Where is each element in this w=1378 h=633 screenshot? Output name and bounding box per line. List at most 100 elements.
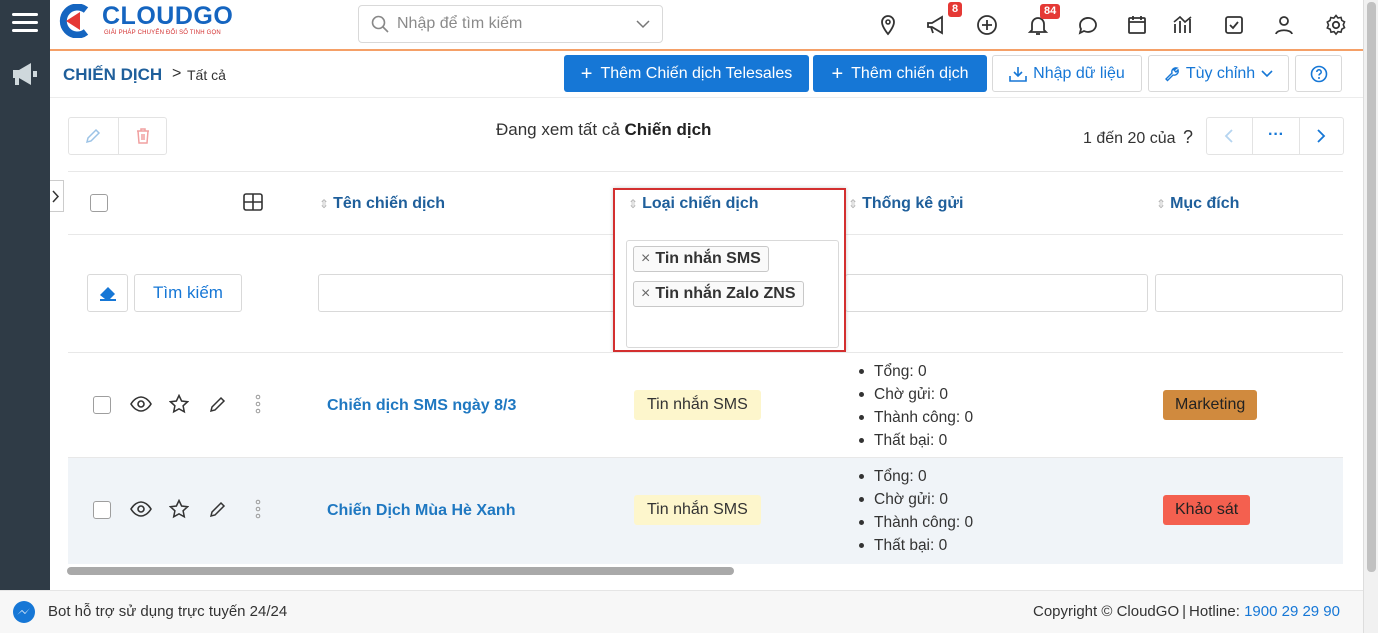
breadcrumb-current[interactable]: Tất cả <box>187 67 226 83</box>
expand-panel-toggle[interactable] <box>50 180 64 212</box>
location-icon[interactable] <box>876 13 900 37</box>
table-row[interactable]: Chiến Dịch Mùa Hè Xanh Tin nhắn SMS Tổng… <box>68 458 1343 564</box>
settings-gear-icon[interactable] <box>1324 13 1348 37</box>
eraser-icon <box>100 287 116 301</box>
import-data-button[interactable]: Nhập dữ liệu <box>992 55 1142 92</box>
import-label: Nhập dữ liệu <box>1033 64 1125 82</box>
more-pages-button[interactable]: ··· <box>1253 118 1300 154</box>
pagination-total[interactable]: ? <box>1183 127 1193 147</box>
left-sidebar <box>0 0 50 590</box>
more-vertical-icon[interactable] <box>254 499 262 519</box>
vertical-scrollbar[interactable] <box>1363 0 1378 633</box>
campaign-name-link[interactable]: Chiến dịch SMS ngày 8/3 <box>327 397 516 415</box>
calendar-icon[interactable] <box>1125 13 1149 37</box>
table-row[interactable]: Chiến dịch SMS ngày 8/3 Tin nhắn SMS Tổn… <box>68 353 1343 458</box>
stat-item: Thành công: 0 <box>856 406 973 429</box>
column-type-label: Loại chiến dịch <box>642 195 759 212</box>
filter-chip-zalo-zns[interactable]: × Tin nhắn Zalo ZNS <box>633 281 804 307</box>
stat-item: Thất bại: 0 <box>856 534 973 557</box>
megaphone-icon[interactable] <box>9 58 41 90</box>
chip-label: Tin nhắn SMS <box>655 250 761 267</box>
more-vertical-icon[interactable] <box>254 394 262 414</box>
chevron-left-icon <box>1224 129 1233 143</box>
mass-edit-button[interactable] <box>69 118 119 154</box>
bot-support-text[interactable]: Bot hỗ trợ sử dụng trực tuyến 24/24 <box>48 603 287 620</box>
select-all-checkbox[interactable] <box>90 194 108 212</box>
report-chart-icon[interactable] <box>1171 13 1195 37</box>
customize-dropdown-button[interactable]: Tùy chỉnh <box>1148 55 1289 92</box>
add-telesales-campaign-button[interactable]: + Thêm Chiến dịch Telesales <box>564 55 809 92</box>
filter-chip-sms[interactable]: × Tin nhắn SMS <box>633 246 769 272</box>
brand-tagline: GIẢI PHÁP CHUYỂN ĐỔI SỐ TINH GỌN <box>104 30 221 36</box>
campaign-type-tag: Tin nhắn SMS <box>634 390 761 420</box>
notification-badge: 84 <box>1040 4 1061 19</box>
help-button[interactable] <box>1295 55 1342 92</box>
pencil-icon[interactable] <box>209 500 227 518</box>
filter-stats-input[interactable] <box>845 274 1148 312</box>
horizontal-scrollbar-thumb[interactable] <box>67 567 734 575</box>
campaign-icon[interactable] <box>925 13 949 37</box>
column-layout-icon[interactable] <box>243 193 263 211</box>
stat-item: Thất bại: 0 <box>856 429 973 452</box>
footer-bar: Bot hỗ trợ sử dụng trực tuyến 24/24 Copy… <box>0 590 1363 633</box>
cloudgo-logo[interactable]: CLOUDGO GIẢI PHÁP CHUYỂN ĐỔI SỐ TINH GỌN <box>56 2 236 44</box>
chat-icon[interactable] <box>1076 13 1100 37</box>
sort-icon: ⇕ <box>848 197 859 211</box>
prev-page-button[interactable] <box>1207 118 1253 154</box>
column-header-type-overlay[interactable]: ⇕ Loại chiến dịch <box>628 195 759 213</box>
mass-delete-button[interactable] <box>119 118 167 154</box>
filter-purpose-input[interactable] <box>1155 274 1343 312</box>
remove-chip-icon[interactable]: × <box>641 250 650 267</box>
global-search[interactable] <box>358 5 663 43</box>
chevron-right-icon <box>52 190 60 203</box>
column-header-purpose[interactable]: ⇕ Mục đích <box>1156 195 1239 213</box>
filter-type-multiselect[interactable]: × Tin nhắn SMS × Tin nhắn Zalo ZNS <box>626 240 839 348</box>
trash-icon <box>137 128 149 144</box>
star-icon[interactable] <box>169 394 189 414</box>
help-circle-icon <box>1310 65 1327 82</box>
add-campaign-button[interactable]: + Thêm chiến dịch <box>813 55 987 92</box>
remove-chip-icon[interactable]: × <box>641 285 650 302</box>
add-circle-icon[interactable] <box>975 13 999 37</box>
vertical-scrollbar-thumb[interactable] <box>1367 2 1376 572</box>
chevron-down-icon[interactable] <box>636 20 650 29</box>
sort-icon: ⇕ <box>628 197 639 211</box>
footer-copyright-line: Copyright © CloudGO | Hotline: 1900 29 29 … <box>1033 603 1340 620</box>
purpose-badge: Marketing <box>1163 390 1258 420</box>
breadcrumb-module[interactable]: CHIẾN DỊCH <box>63 65 162 85</box>
star-icon[interactable] <box>169 499 189 519</box>
eye-icon[interactable] <box>130 396 152 412</box>
filter-name-input[interactable] <box>318 274 618 312</box>
brand-name: CLOUDGO <box>102 2 234 30</box>
stat-item: Chờ gửi: 0 <box>856 488 973 511</box>
clear-filter-button[interactable] <box>87 274 128 312</box>
purpose-badge: Khảo sát <box>1163 495 1251 525</box>
pagination-controls: ··· <box>1206 117 1344 155</box>
messenger-icon[interactable] <box>12 600 36 624</box>
column-stats-label: Thống kê gửi <box>862 195 964 212</box>
column-header-name[interactable]: ⇕ Tên chiến dịch <box>319 195 445 213</box>
breadcrumb-separator: > <box>172 65 182 82</box>
column-header-stats[interactable]: ⇕ Thống kê gửi <box>848 195 963 213</box>
menu-icon[interactable] <box>12 8 38 37</box>
campaign-name-link[interactable]: Chiến Dịch Mùa Hè Xanh <box>327 502 515 520</box>
next-page-button[interactable] <box>1300 118 1344 154</box>
plus-icon: + <box>580 62 593 85</box>
row-checkbox[interactable] <box>93 396 111 414</box>
topbar-accent-line <box>50 49 1363 51</box>
pencil-icon[interactable] <box>209 395 227 413</box>
column-name-label: Tên chiến dịch <box>333 195 446 212</box>
task-checkbox-icon[interactable] <box>1222 13 1246 37</box>
stat-item: Tổng: 0 <box>856 465 973 488</box>
user-icon[interactable] <box>1272 13 1296 37</box>
search-input[interactable] <box>397 15 617 33</box>
hotline-number[interactable]: 1900 29 29 90 <box>1244 603 1340 620</box>
listview-viewing-text: Đang xem tất cả Chiến dịch <box>496 120 711 140</box>
horizontal-scrollbar-track[interactable] <box>50 564 1363 578</box>
row-checkbox[interactable] <box>93 501 111 519</box>
send-stats-list: Tổng: 0 Chờ gửi: 0 Thành công: 0 Thất bạ… <box>856 465 973 557</box>
copyright-text: Copyright © CloudGO <box>1033 603 1180 620</box>
eye-icon[interactable] <box>130 501 152 517</box>
search-icon <box>371 15 389 33</box>
search-filter-button[interactable]: Tìm kiếm <box>134 274 242 312</box>
